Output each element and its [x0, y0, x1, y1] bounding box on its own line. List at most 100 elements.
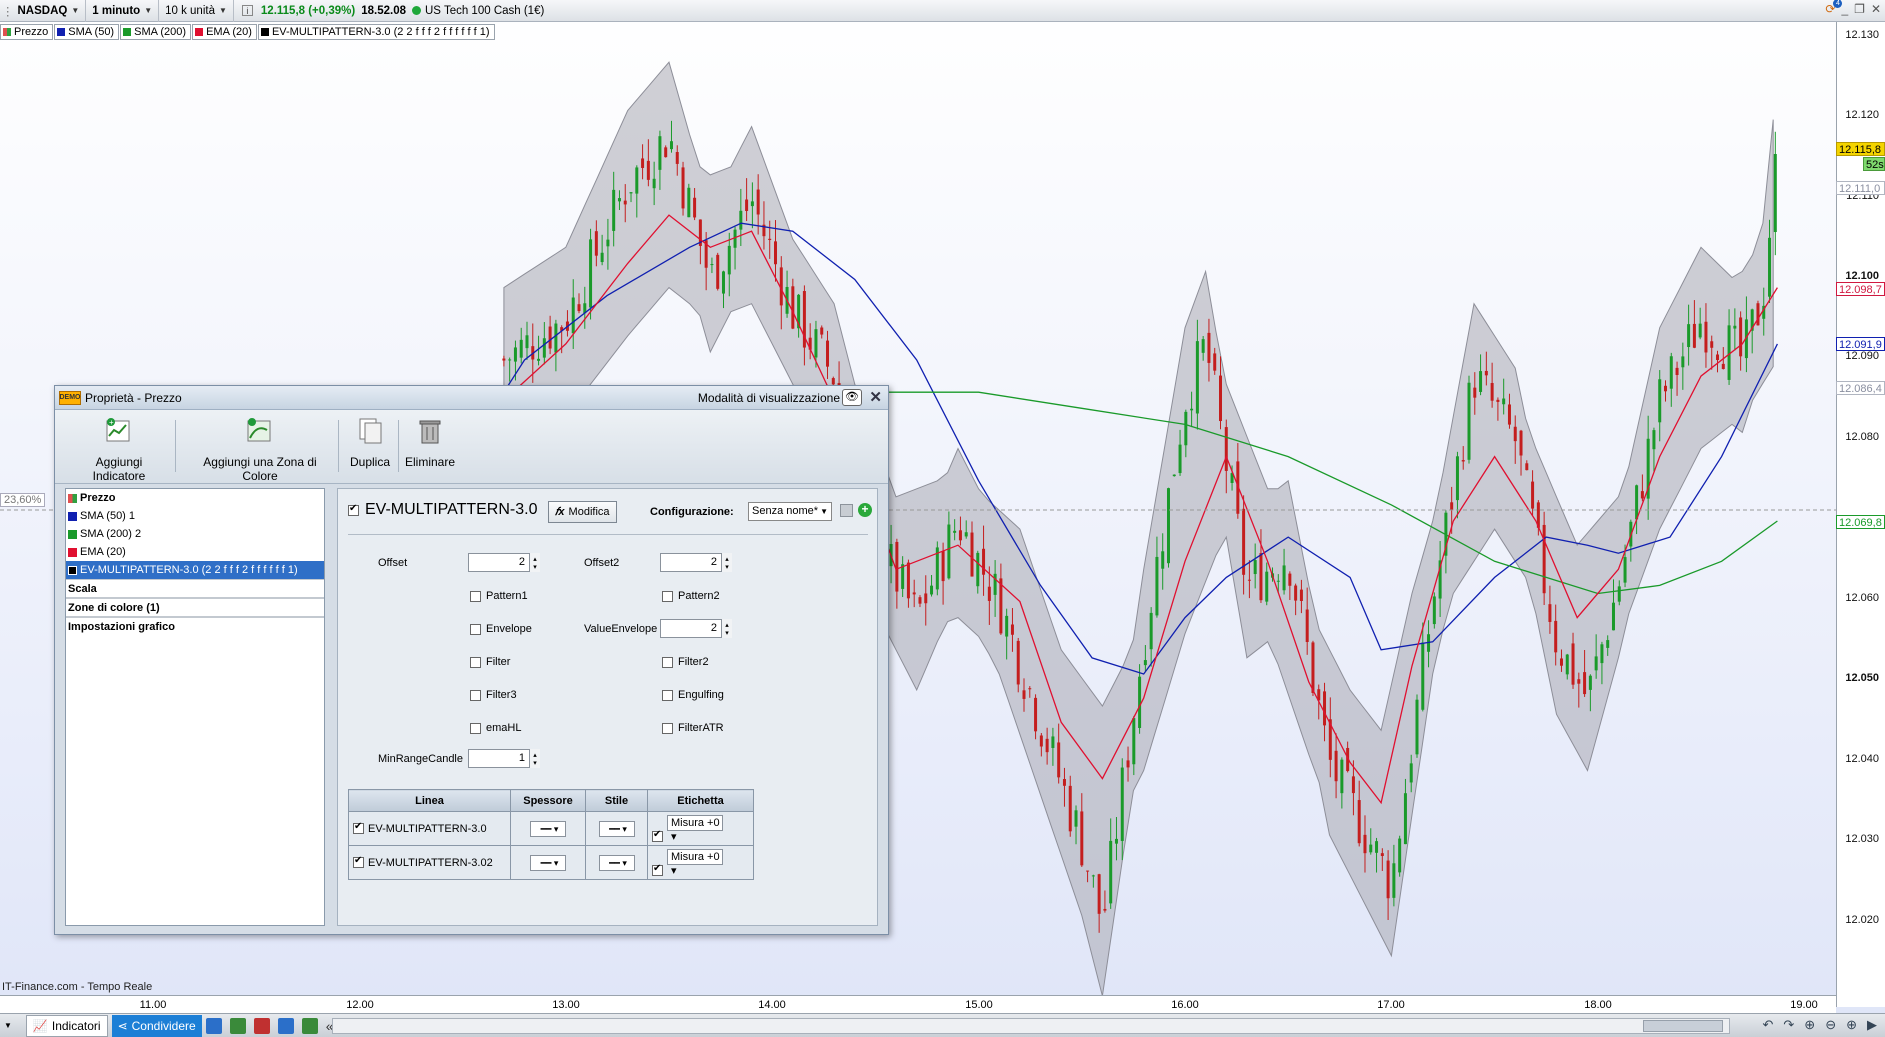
- indicator-enabled-checkbox[interactable]: [348, 503, 359, 516]
- undo-icon[interactable]: ↶: [1762, 1017, 1773, 1033]
- market-dropdown[interactable]: ⋮ NASDAQ ▼: [0, 0, 87, 22]
- delete-button[interactable]: Eliminare: [405, 416, 455, 469]
- play-icon[interactable]: ▶: [1867, 1017, 1877, 1033]
- eye-icon[interactable]: 👁: [842, 389, 862, 406]
- label-dropdown[interactable]: Misura +0 ▾: [667, 848, 723, 877]
- style-dropdown[interactable]: ━━ ▾: [598, 854, 635, 871]
- interval-dropdown[interactable]: 1 minuto ▼: [86, 0, 160, 22]
- zoom-fit-icon[interactable]: ⊕: [1804, 1017, 1815, 1033]
- restore-icon[interactable]: ❐: [1854, 2, 1865, 16]
- candle-body: [1600, 644, 1604, 664]
- list-item-sma200[interactable]: SMA (200) 2: [66, 525, 324, 543]
- chart-window-icon[interactable]: [277, 1017, 294, 1034]
- add-indicator-button[interactable]: + Aggiungi Indicatore: [69, 416, 169, 483]
- section-scale[interactable]: Scala: [66, 579, 324, 598]
- offset-spinner[interactable]: 2: [468, 553, 540, 572]
- candle-body: [612, 189, 616, 231]
- section-color-zones[interactable]: Zone di colore (1): [66, 598, 324, 617]
- offset2-spinner[interactable]: 2: [660, 553, 732, 572]
- list-item-prezzo[interactable]: Prezzo: [66, 489, 324, 507]
- label-checkbox[interactable]: [652, 829, 663, 843]
- time-scrollbar[interactable]: [332, 1018, 1730, 1034]
- section-chart-settings[interactable]: Impostazioni grafico: [66, 617, 324, 636]
- thickness-dropdown[interactable]: ━━ ▾: [530, 820, 566, 837]
- value-envelope-spinner[interactable]: 2: [660, 619, 732, 638]
- share-label: Condividere: [131, 1018, 196, 1033]
- filter3-checkbox[interactable]: Filter3: [470, 689, 517, 701]
- close-icon[interactable]: ✕: [1871, 2, 1881, 16]
- indicators-button[interactable]: 📈 Indicatori: [25, 1014, 108, 1037]
- price-axis[interactable]: 12.130 12.120 12.110 12.100 12.090 12.08…: [1836, 22, 1885, 1007]
- save-config-icon[interactable]: [840, 504, 853, 517]
- configuration-select[interactable]: Senza nome* ▼: [748, 502, 832, 521]
- scrollbar-thumb[interactable]: [1643, 1020, 1723, 1032]
- legend-item-sma200[interactable]: SMA (200): [120, 24, 192, 40]
- checkbox-box: [662, 689, 673, 701]
- modify-button[interactable]: 𝑓x Modifica: [548, 501, 617, 523]
- filter-checkbox[interactable]: Filter: [470, 656, 510, 668]
- legend-item-ema20[interactable]: EMA (20): [192, 24, 257, 40]
- list-icon[interactable]: [229, 1017, 246, 1034]
- filter2-checkbox[interactable]: Filter2: [662, 656, 709, 668]
- candle-body: [1739, 317, 1743, 357]
- dialog-title-bar[interactable]: DEMO Proprietà - Prezzo Modalità di visu…: [55, 386, 888, 410]
- label-checkbox[interactable]: [652, 863, 663, 877]
- data-source-label: IT-Finance.com - Tempo Reale: [2, 981, 153, 993]
- line-visible-checkbox[interactable]: [353, 855, 364, 869]
- redo-icon[interactable]: ↷: [1783, 1017, 1794, 1033]
- candle-body: [629, 192, 633, 194]
- table-row: EV-MULTIPATTERN-3.0 ━━ ▾ ━━ ▾ Misura +0 …: [348, 811, 754, 846]
- candles-icon[interactable]: [253, 1017, 270, 1034]
- candle-body: [1386, 860, 1390, 899]
- info-icon[interactable]: i: [241, 5, 253, 16]
- line-visible-checkbox[interactable]: [353, 821, 364, 835]
- list-item-sma50[interactable]: SMA (50) 1: [66, 507, 324, 525]
- chevron-down-icon[interactable]: ▼: [4, 1021, 12, 1030]
- candle-body: [1652, 430, 1656, 450]
- chat-icon[interactable]: [205, 1017, 222, 1034]
- share-button[interactable]: ⋖ Condividere: [111, 1014, 202, 1037]
- units-dropdown[interactable]: 10 k unità ▼: [159, 0, 234, 22]
- thickness-dropdown[interactable]: ━━ ▾: [530, 854, 566, 871]
- list-item-ema20[interactable]: EMA (20): [66, 543, 324, 561]
- add-indicator-label: Aggiungi Indicatore: [92, 455, 146, 483]
- tools-icon[interactable]: [301, 1017, 318, 1034]
- label-dropdown[interactable]: Misura +0 ▾: [667, 814, 723, 843]
- pattern2-checkbox[interactable]: Pattern2: [662, 590, 720, 602]
- add-zone-button[interactable]: Aggiungi una Zona di Colore: [185, 416, 335, 483]
- engulfing-checkbox[interactable]: Engulfing: [662, 689, 724, 701]
- duplicate-button[interactable]: Duplica: [345, 416, 395, 469]
- lines-table: Linea Spessore Stile Etichetta EV-MULTIP…: [348, 789, 754, 880]
- candle-body: [635, 167, 639, 194]
- minimize-icon[interactable]: _: [1841, 2, 1848, 16]
- list-swatch: [68, 493, 77, 503]
- candle-body: [1305, 609, 1309, 643]
- candle-body: [964, 532, 968, 537]
- legend-item-ev-multipattern[interactable]: EV-MULTIPATTERN-3.0 (2 2 f f f 2 f f f f…: [257, 24, 495, 40]
- candle-body: [1461, 460, 1465, 462]
- candle-body: [1473, 387, 1477, 398]
- close-icon[interactable]: ✕: [869, 388, 882, 406]
- list-item-ev-multipattern[interactable]: EV-MULTIPATTERN-3.0 (2 2 f f f 2 f f f f…: [66, 561, 324, 579]
- indicator-list: Prezzo SMA (50) 1 SMA (200) 2 EMA (20) E…: [65, 488, 325, 926]
- candle-body: [594, 231, 598, 256]
- legend-item-prezzo[interactable]: Prezzo: [0, 24, 54, 40]
- candle-body: [1733, 325, 1737, 329]
- zoom-out-icon[interactable]: ⊖: [1825, 1017, 1836, 1033]
- pattern1-checkbox[interactable]: Pattern1: [470, 590, 528, 602]
- envelope-checkbox[interactable]: Envelope: [470, 623, 532, 635]
- legend-item-sma50[interactable]: SMA (50): [54, 24, 120, 40]
- minrange-spinner[interactable]: 1: [468, 749, 540, 768]
- filteratr-checkbox[interactable]: FilterATR: [662, 722, 724, 734]
- emahl-checkbox[interactable]: emaHL: [470, 722, 521, 734]
- notification-icon[interactable]: ⟳ 4: [1825, 0, 1843, 16]
- candle-body: [1617, 586, 1621, 602]
- zoom-in-icon[interactable]: ⊕: [1846, 1017, 1857, 1033]
- style-dropdown[interactable]: ━━ ▾: [598, 820, 635, 837]
- time-axis[interactable]: 11.00 12.00 13.00 14.00 15.00 16.00 17.0…: [0, 995, 1836, 1013]
- add-config-icon[interactable]: +: [858, 503, 872, 517]
- candle-body: [1259, 553, 1263, 601]
- column-header: Linea: [348, 789, 511, 812]
- fib-level-label: 23,60%: [0, 493, 46, 507]
- time-tick: 16.00: [1171, 999, 1199, 1011]
